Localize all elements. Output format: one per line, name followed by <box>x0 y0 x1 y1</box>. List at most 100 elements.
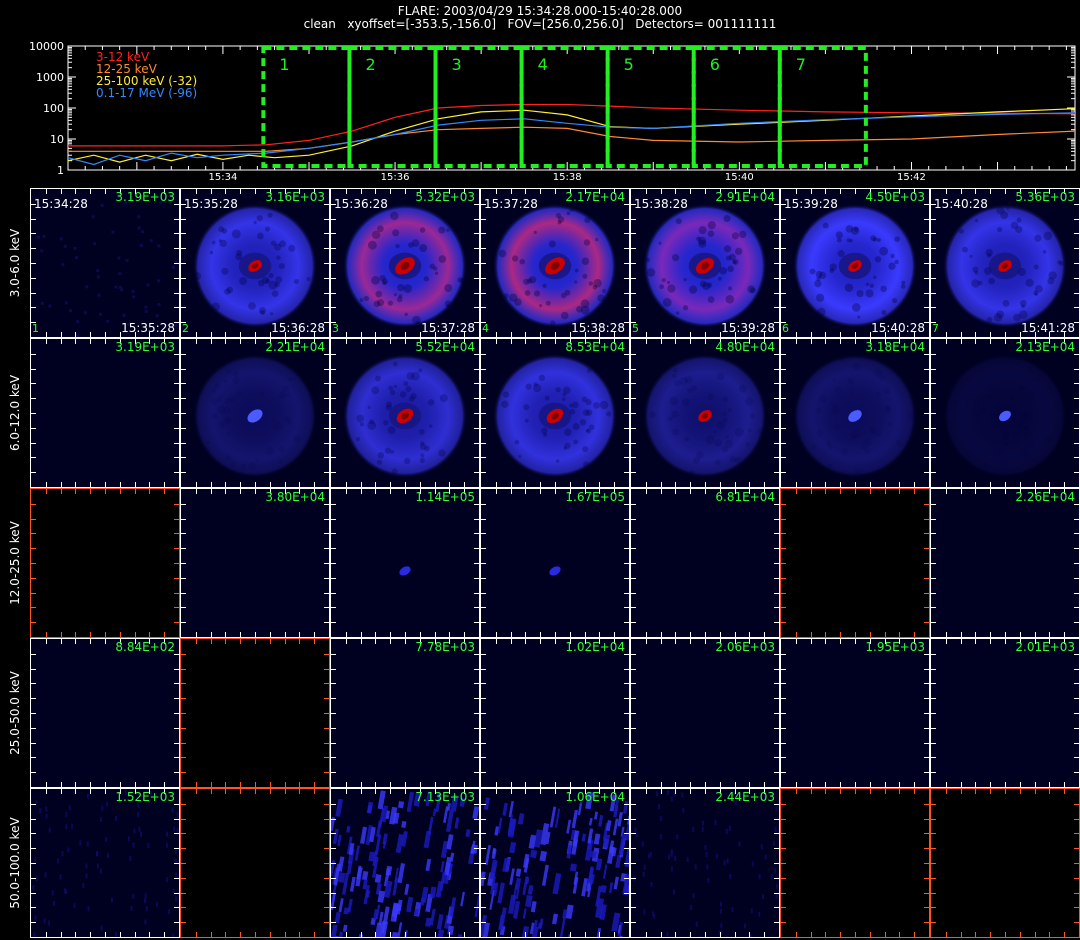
frame-tick <box>174 354 179 355</box>
frame-tick <box>631 563 636 564</box>
image-panel <box>780 788 930 938</box>
frame-tick <box>255 482 256 487</box>
frame-tick <box>464 632 465 637</box>
frame-tick <box>774 728 779 729</box>
frame-tick <box>924 472 929 473</box>
frame-tick <box>346 632 347 637</box>
frame-tick <box>31 278 36 279</box>
frame-tick <box>924 504 929 505</box>
hxr-image <box>792 203 918 329</box>
hxr-image <box>31 489 179 637</box>
frame-tick <box>211 189 212 194</box>
frame-tick <box>555 189 556 194</box>
frame-tick <box>975 332 976 337</box>
frame-tick <box>924 443 929 444</box>
frame-tick <box>1020 482 1021 487</box>
frame-tick <box>435 932 436 937</box>
peak-flux-value: 8.84E+02 <box>115 640 175 654</box>
image-panel: 2.91E+04 15:38:28 15:39:28 5 <box>630 188 780 338</box>
frame-tick <box>720 782 721 787</box>
frame-tick <box>181 307 186 308</box>
frame-tick <box>390 639 391 644</box>
frame-tick <box>196 782 197 787</box>
interval-number: 6 <box>782 322 789 335</box>
frame-tick <box>735 932 736 937</box>
frame-tick <box>511 332 512 337</box>
frame-tick <box>61 639 62 644</box>
frame-tick <box>46 332 47 337</box>
frame-tick <box>781 728 786 729</box>
frame-tick <box>931 819 936 820</box>
frame-tick <box>624 519 629 520</box>
peak-flux-value: 5.32E+03 <box>415 190 475 204</box>
frame-tick <box>270 639 271 644</box>
frame-tick <box>324 669 329 670</box>
frame-tick <box>631 398 636 399</box>
frame-tick <box>796 489 797 494</box>
frame-tick <box>1074 398 1079 399</box>
frame-tick <box>961 482 962 487</box>
frame-tick <box>481 578 486 579</box>
image-panel: 1.95E+03 <box>780 638 930 788</box>
time-interval-label: 2 <box>365 55 375 74</box>
frame-tick <box>255 632 256 637</box>
frame-tick <box>924 519 929 520</box>
x-tick-label: 15:42 <box>897 172 926 180</box>
peak-flux-value: 3.19E+03 <box>115 340 175 354</box>
frame-tick <box>1005 789 1006 794</box>
frame-tick <box>1020 632 1021 637</box>
frame-tick <box>690 632 691 637</box>
frame-tick <box>31 443 36 444</box>
frame-tick <box>774 848 779 849</box>
frame-tick <box>346 489 347 494</box>
frame-tick <box>346 932 347 937</box>
frame-tick <box>331 413 336 414</box>
frame-tick <box>174 743 179 744</box>
time-interval-label: 4 <box>538 55 548 74</box>
frame-tick <box>946 932 947 937</box>
peak-flux-value: 8.53E+04 <box>565 340 625 354</box>
frame-tick <box>631 907 636 908</box>
hxr-image <box>331 639 479 787</box>
frame-tick <box>705 789 706 794</box>
frame-tick <box>631 548 636 549</box>
frame-tick <box>811 332 812 337</box>
frame-tick <box>164 932 165 937</box>
frame-tick <box>481 833 486 834</box>
frame-tick <box>555 332 556 337</box>
frame-tick <box>774 578 779 579</box>
frame-tick <box>855 789 856 794</box>
frame-tick <box>474 607 479 608</box>
frame-tick <box>1074 369 1079 370</box>
frame-tick <box>631 428 636 429</box>
energy-band-label: 6.0-12.0 keV <box>0 338 30 488</box>
frame-tick <box>331 428 336 429</box>
frame-tick <box>46 789 47 794</box>
frame-tick <box>774 457 779 458</box>
frame-tick <box>924 428 929 429</box>
frame-tick <box>174 698 179 699</box>
frame-tick <box>885 789 886 794</box>
frame-tick <box>899 932 900 937</box>
frame-tick <box>331 757 336 758</box>
frame-tick <box>1074 669 1079 670</box>
frame-tick <box>624 369 629 370</box>
frame-tick <box>390 189 391 194</box>
frame-tick <box>781 519 786 520</box>
frame-tick <box>331 504 336 505</box>
frame-tick <box>631 757 636 758</box>
hxr-image <box>942 203 1068 329</box>
frame-tick <box>749 632 750 637</box>
frame-tick <box>474 383 479 384</box>
image-panel: 2.44E+03 <box>630 788 780 938</box>
frame-tick <box>31 743 36 744</box>
frame-tick <box>961 789 962 794</box>
frame-tick <box>796 189 797 194</box>
frame-tick <box>75 339 76 344</box>
frame-tick <box>774 548 779 549</box>
frame-tick <box>525 482 526 487</box>
frame-tick <box>540 332 541 337</box>
frame-tick <box>1074 233 1079 234</box>
energy-band-text: 25.0-50.0 keV <box>8 671 22 755</box>
frame-tick <box>474 713 479 714</box>
